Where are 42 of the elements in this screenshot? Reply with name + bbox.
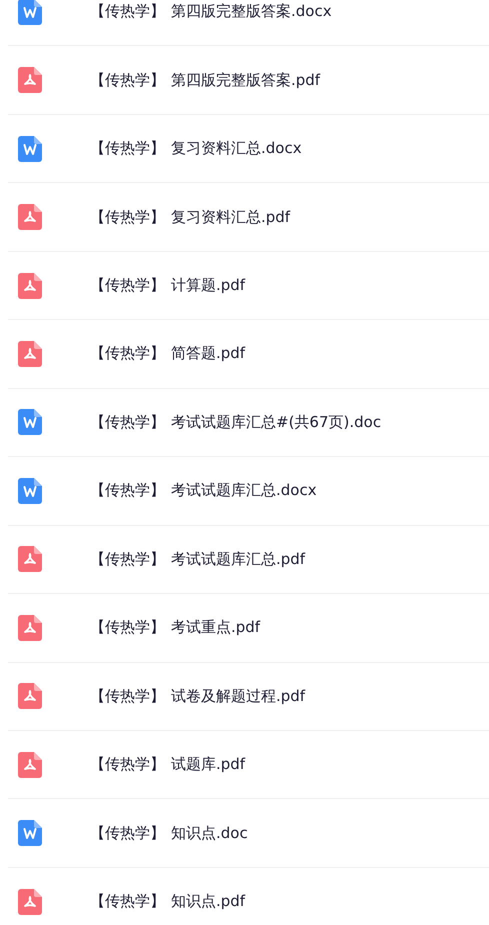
pdf-document-icon xyxy=(18,272,42,299)
file-name[interactable]: 第四版完整版答案.docx xyxy=(171,2,332,22)
word-document-icon xyxy=(18,478,42,504)
file-name[interactable]: 第四版完整版答案.pdf xyxy=(171,70,320,90)
file-name[interactable]: 考试重点.pdf xyxy=(171,618,260,638)
file-name[interactable]: 复习资料汇总.docx xyxy=(171,139,302,158)
pdf-document-icon xyxy=(18,546,42,572)
file-tag: 【传热学】 xyxy=(90,686,165,706)
file-name[interactable]: 知识点.doc xyxy=(171,824,248,843)
file-tag: 【传热学】 xyxy=(90,208,165,227)
pdf-document-icon xyxy=(18,888,42,915)
file-tag: 【传热学】 xyxy=(90,70,165,90)
pdf-document-icon xyxy=(18,67,42,94)
file-tag: 【传热学】 xyxy=(90,755,165,774)
file-tag: 【传热学】 xyxy=(90,481,165,500)
file-name[interactable]: 试卷及解题过程.pdf xyxy=(171,686,306,706)
pdf-document-icon xyxy=(18,683,42,710)
word-document-icon xyxy=(18,820,42,846)
file-name[interactable]: 计算题.pdf xyxy=(171,276,246,296)
word-document-icon xyxy=(18,0,42,25)
file-tag: 【传热学】 xyxy=(90,139,165,158)
file-name[interactable]: 试题库.pdf xyxy=(171,755,246,774)
file-name[interactable]: 简答题.pdf xyxy=(171,344,246,364)
file-tag: 【传热学】 xyxy=(90,824,165,843)
pdf-document-icon xyxy=(18,614,42,641)
word-document-icon xyxy=(18,136,42,162)
file-tag: 【传热学】 xyxy=(90,276,165,296)
pdf-document-icon xyxy=(18,204,42,230)
file-tag: 【传热学】 xyxy=(90,892,165,912)
file-name[interactable]: 复习资料汇总.pdf xyxy=(171,208,290,227)
file-tag: 【传热学】 xyxy=(90,412,165,432)
pdf-document-icon xyxy=(18,752,42,778)
file-tag: 【传热学】 xyxy=(90,550,165,569)
file-name[interactable]: 考试试题库汇总.pdf xyxy=(171,550,306,569)
file-name[interactable]: 考试试题库汇总.docx xyxy=(171,481,317,500)
file-name[interactable]: 考试试题库汇总#(共67页).doc xyxy=(171,412,382,432)
file-name[interactable]: 知识点.pdf xyxy=(171,892,246,912)
file-tag: 【传热学】 xyxy=(90,344,165,364)
pdf-document-icon xyxy=(18,340,42,367)
file-tag: 【传热学】 xyxy=(90,2,165,22)
file-tag: 【传热学】 xyxy=(90,618,165,638)
word-document-icon xyxy=(18,409,42,436)
